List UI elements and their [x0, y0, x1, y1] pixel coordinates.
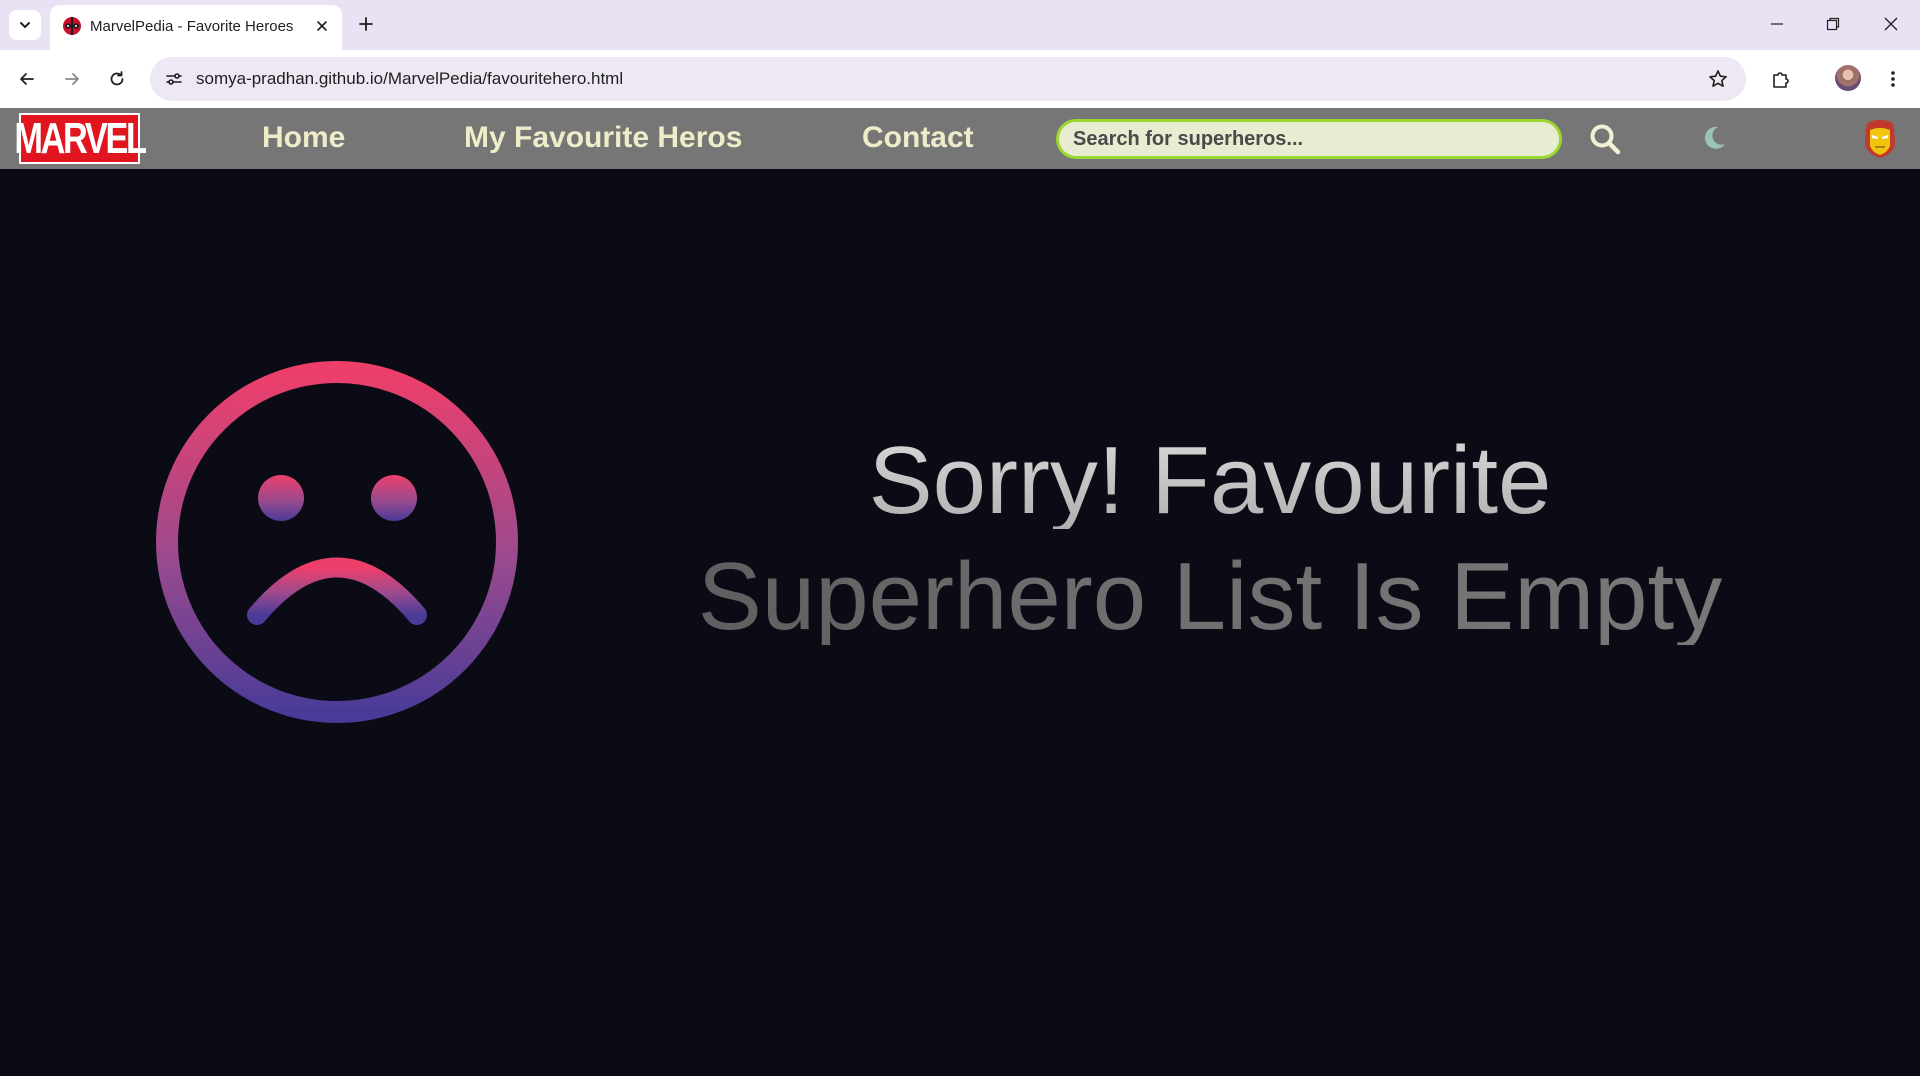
- tab-title: MarvelPedia - Favorite Heroes: [90, 18, 294, 35]
- restore-icon: [1826, 17, 1840, 31]
- close-icon: [1884, 17, 1898, 31]
- restore-button[interactable]: [1810, 6, 1856, 42]
- nav-link-contact[interactable]: Contact: [862, 121, 974, 155]
- new-tab-button[interactable]: [352, 10, 380, 38]
- nav-link-home[interactable]: Home: [262, 121, 345, 155]
- minimize-button[interactable]: [1754, 6, 1800, 42]
- iron-man-icon[interactable]: [1860, 118, 1900, 160]
- back-arrow-icon: [20, 73, 34, 85]
- back-button[interactable]: [10, 62, 44, 96]
- minimize-icon: [1771, 23, 1783, 25]
- star-icon: [1709, 70, 1727, 87]
- browser-tab[interactable]: MarvelPedia - Favorite Heroes: [50, 5, 342, 50]
- sad-face-icon: [156, 361, 518, 723]
- puzzle-icon: [1773, 72, 1789, 88]
- empty-message-line-1: Sorry! Favourite: [620, 433, 1800, 529]
- logo-text: MARVEL: [14, 113, 147, 163]
- moon-icon: [1704, 126, 1725, 149]
- browser-toolbar: somya-pradhan.github.io/MarvelPedia/favo…: [0, 50, 1920, 108]
- tab-list-button[interactable]: [9, 10, 41, 40]
- extensions-button[interactable]: [1764, 62, 1798, 96]
- theme-toggle-button[interactable]: [1698, 122, 1730, 154]
- search-icon: [1590, 124, 1621, 155]
- bookmark-button[interactable]: [1704, 65, 1732, 93]
- forward-button[interactable]: [55, 62, 89, 96]
- main-content: Sorry! Favourite Superhero List Is Empty: [0, 169, 1920, 1080]
- profile-avatar[interactable]: [1835, 65, 1861, 91]
- close-icon: [317, 21, 327, 31]
- reload-icon: [110, 71, 124, 86]
- site-settings-icon: [166, 73, 182, 85]
- empty-message-line-2: Superhero List Is Empty: [620, 549, 1800, 645]
- forward-arrow-icon: [65, 73, 79, 85]
- address-bar[interactable]: somya-pradhan.github.io/MarvelPedia/favo…: [150, 57, 1746, 101]
- marvel-logo[interactable]: MARVEL: [14, 113, 147, 164]
- site-info-button[interactable]: [160, 65, 188, 93]
- search-input[interactable]: [1056, 119, 1562, 159]
- deadpool-favicon-icon: [63, 17, 81, 35]
- nav-link-favourites[interactable]: My Favourite Heros: [464, 121, 742, 155]
- window-bottom-edge: [0, 1076, 1920, 1080]
- site-navbar: MARVEL Home My Favourite Heros Contact: [0, 108, 1920, 169]
- close-window-button[interactable]: [1868, 6, 1914, 42]
- search-button[interactable]: [1588, 122, 1622, 156]
- url-text[interactable]: somya-pradhan.github.io/MarvelPedia/favo…: [196, 69, 623, 89]
- reload-button[interactable]: [100, 62, 134, 96]
- browser-tab-bar: MarvelPedia - Favorite Heroes: [0, 0, 1920, 50]
- plus-icon: [359, 17, 373, 31]
- kebab-menu-icon: [1891, 71, 1895, 87]
- close-tab-button[interactable]: [310, 14, 334, 38]
- browser-menu-button[interactable]: [1876, 62, 1910, 96]
- chevron-down-icon: [20, 22, 30, 29]
